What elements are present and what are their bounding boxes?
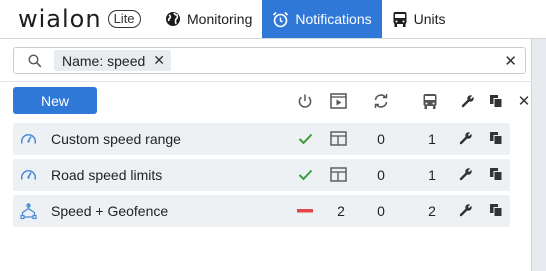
copy-icon[interactable] [487, 92, 505, 110]
wrench-icon[interactable] [459, 203, 473, 220]
geofence-icon [20, 203, 37, 223]
nav-label: Monitoring [187, 11, 253, 27]
wrench-icon[interactable] [459, 92, 477, 110]
nav-label: Notifications [295, 11, 372, 27]
search-icon [28, 54, 42, 73]
notification-name[interactable]: Speed + Geofence [51, 203, 168, 219]
actions-count: 0 [377, 167, 385, 183]
clear-search-icon[interactable]: ✕ [504, 52, 517, 70]
units-count: 1 [428, 167, 436, 183]
copy-icon[interactable] [489, 203, 503, 220]
nav-item-notifications[interactable]: Notifications [262, 0, 382, 38]
filter-chip-label: Name: speed [62, 52, 146, 69]
copy-icon[interactable] [489, 167, 503, 184]
play-window-icon[interactable] [329, 92, 347, 110]
disabled-state-icon[interactable] [297, 203, 313, 219]
search-input[interactable]: Name: speed ✕ ✕ [13, 47, 526, 74]
layout-icon[interactable] [330, 131, 347, 149]
power-icon[interactable] [296, 92, 314, 110]
filter-chip: Name: speed ✕ [54, 50, 172, 71]
logo-badge: Lite [107, 10, 141, 28]
enabled-check-icon[interactable] [297, 131, 313, 147]
top-navigation-bar: wialon Lite Monitoring Notifications Uni… [0, 0, 546, 39]
actions-count: 0 [377, 131, 385, 147]
divider [0, 81, 532, 82]
notification-row[interactable]: Custom speed range 0 1 [13, 123, 510, 155]
wrench-icon[interactable] [459, 167, 473, 184]
globe-icon [165, 11, 181, 27]
notification-name[interactable]: Road speed limits [51, 167, 162, 183]
bus-icon [392, 11, 408, 28]
layout-icon[interactable] [330, 167, 347, 185]
app-logo[interactable]: wialon Lite [0, 0, 155, 38]
enabled-check-icon[interactable] [297, 167, 313, 183]
refresh-icon[interactable] [372, 92, 390, 110]
units-count: 2 [428, 203, 436, 219]
notifications-panel: Name: speed ✕ ✕ New ✕ Custom speed range… [0, 39, 532, 271]
units-count: 1 [428, 131, 436, 147]
speedometer-icon [20, 131, 37, 150]
copy-icon[interactable] [489, 131, 503, 148]
speedometer-icon [20, 167, 37, 186]
bus-icon[interactable] [421, 92, 439, 110]
notification-name[interactable]: Custom speed range [51, 131, 181, 147]
actions-count: 0 [377, 203, 385, 219]
alarm-clock-icon [272, 11, 289, 28]
close-icon[interactable]: ✕ [515, 92, 533, 110]
logo-text: wialon [18, 5, 102, 33]
wrench-icon[interactable] [459, 131, 473, 148]
nav-label: Units [413, 11, 446, 27]
remove-filter-icon[interactable]: ✕ [153, 52, 165, 69]
notification-row[interactable]: Speed + Geofence 2 0 2 [13, 195, 510, 227]
nav-item-units[interactable]: Units [382, 0, 456, 38]
nav-item-monitoring[interactable]: Monitoring [155, 0, 262, 38]
triggered-count: 2 [337, 203, 345, 219]
new-notification-button[interactable]: New [13, 87, 97, 114]
notification-row[interactable]: Road speed limits 0 1 [13, 159, 510, 191]
